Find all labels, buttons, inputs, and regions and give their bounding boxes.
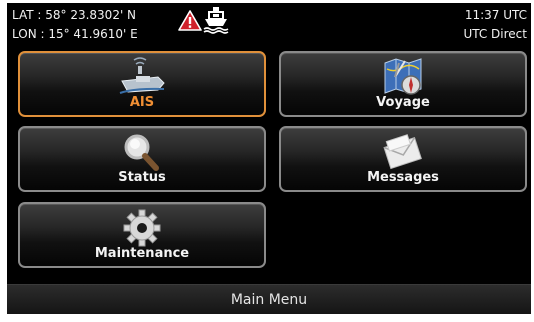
footer-bar: Main Menu [7,284,531,314]
status-button[interactable]: Status [18,126,266,192]
utc-time: 11:37 UTC [464,8,527,22]
messages-button[interactable]: Messages [279,126,527,192]
gear-icon [123,209,161,247]
voyage-label: Voyage [376,95,430,110]
status-header: LAT : 58° 23.8302' N LON : 15° 41.9610' … [7,3,531,45]
latitude-readout: LAT : 58° 23.8302' N [12,8,137,22]
status-label: Status [118,170,166,185]
messages-label: Messages [367,170,439,185]
voyage-map-compass-icon [384,58,422,95]
device-screen: LAT : 58° 23.8302' N LON : 15° 41.9610' … [7,3,531,314]
ais-label: AIS [129,95,155,110]
magnifier-icon [124,134,159,171]
ship-icon [203,7,229,34]
envelope-icon [383,134,422,170]
page-title: Main Menu [230,292,308,308]
ais-satellite-ship-icon [119,57,165,94]
longitude-readout: LON : 15° 41.9610' E [12,27,138,41]
ais-button[interactable]: AIS [18,51,266,117]
warning-triangle-icon[interactable] [178,10,202,31]
maintenance-label: Maintenance [94,246,190,261]
time-source: UTC Direct [463,27,527,41]
maintenance-button[interactable]: Maintenance [18,202,266,268]
voyage-button[interactable]: Voyage [279,51,527,117]
